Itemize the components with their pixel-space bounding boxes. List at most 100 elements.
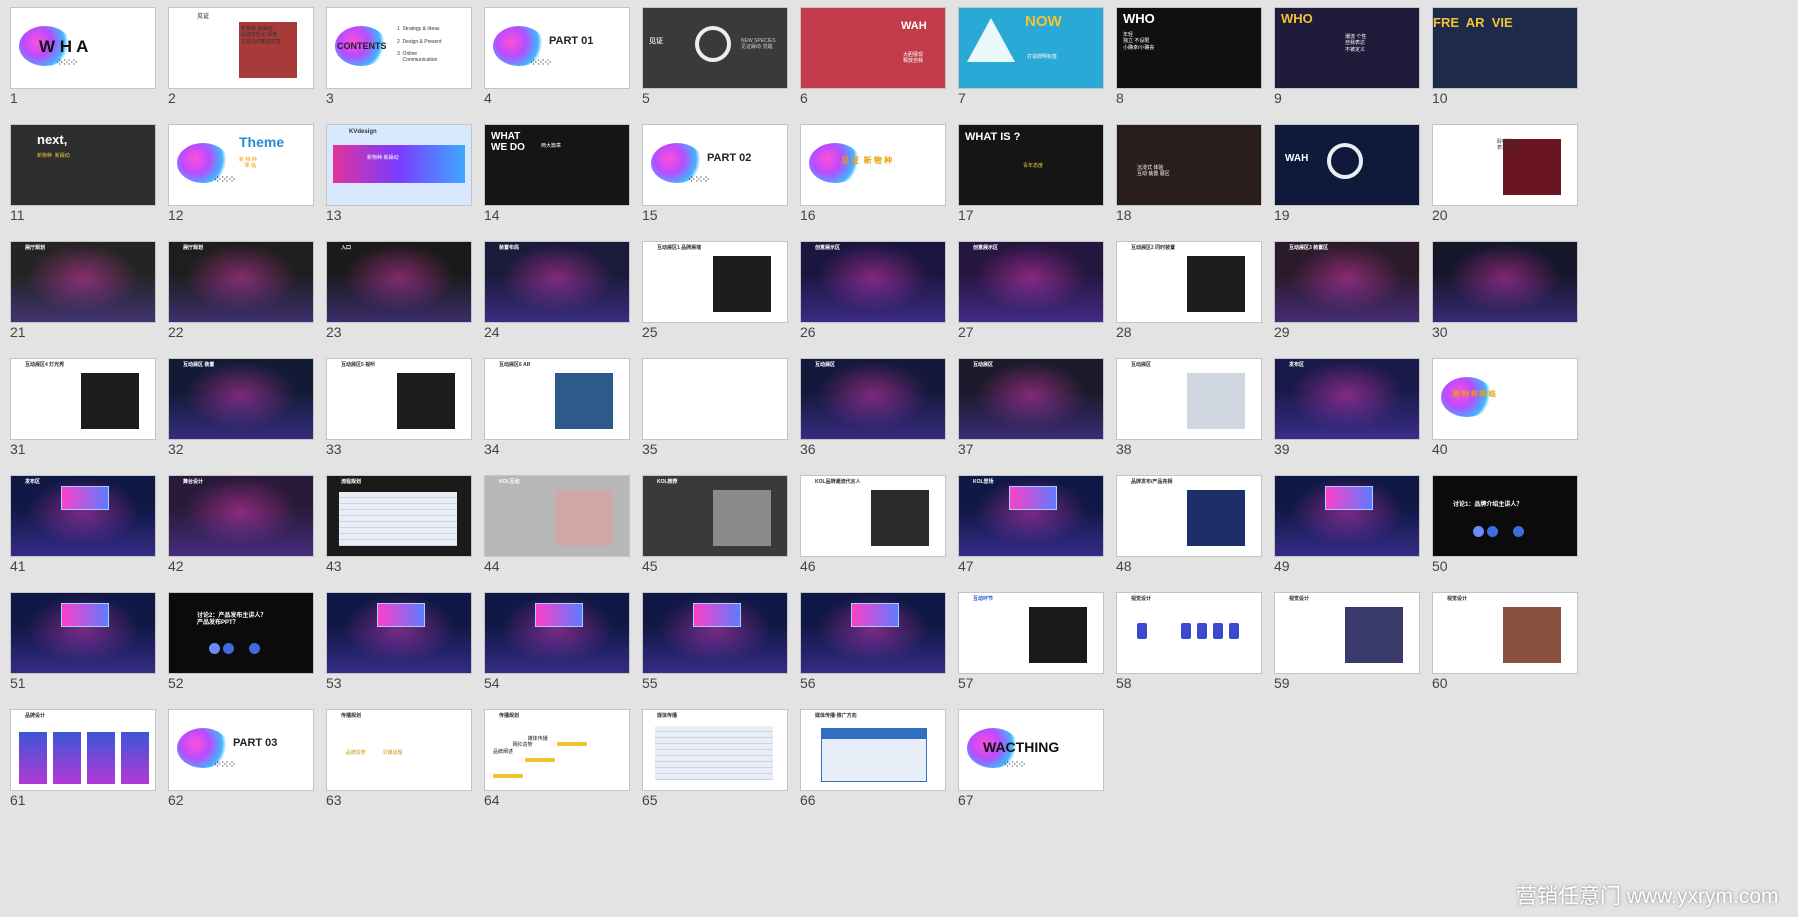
slide-thumbnail[interactable]: 互动展区6 AR [484,358,630,440]
slide-thumbnail[interactable]: ⁘⁙⁘ Theme 新 物 种 降 临 [168,124,314,206]
slide-thumbnail[interactable] [326,592,472,674]
slide-thumbnail-item[interactable]: 讨论1：品牌介绍主讲人？ 50 [1432,475,1578,574]
slide-thumbnail[interactable]: WAH [1274,124,1420,206]
slide-thumbnail[interactable]: 互动展区 装置 [168,358,314,440]
slide-thumbnail-item[interactable]: next, 新物种 新躁动 11 [10,124,156,223]
slide-thumbnail-item[interactable]: 54 [484,592,630,691]
slide-thumbnail[interactable]: 传播规划 品牌造势 引爆话题 [326,709,472,791]
slide-thumbnail[interactable]: 发布区 [10,475,156,557]
slide-thumbnail[interactable] [484,592,630,674]
slide-thumbnail[interactable]: 展厅规划 [10,241,156,323]
slide-thumbnail-item[interactable]: CONTENTS 1 Strategy & Ideas 2 Design & Pr… [326,7,472,106]
slide-thumbnail-item[interactable]: 入口 23 [326,241,472,340]
slide-thumbnail[interactable]: 媒体传播·推广方向 [800,709,946,791]
slide-thumbnail[interactable]: 互动展区1 品牌展墙 [642,241,788,323]
slide-thumbnail[interactable]: 装置布局 [484,241,630,323]
slide-thumbnail[interactable] [642,358,788,440]
slide-thumbnail[interactable]: 流程规划 [326,475,472,557]
slide-thumbnail[interactable]: 互动展区4 灯光秀 [10,358,156,440]
slide-thumbnail-item[interactable]: 互动展区2 同时装置 28 [1116,241,1262,340]
slide-thumbnail-item[interactable]: 55 [642,592,788,691]
slide-thumbnail[interactable]: 传播规划 媒体传播 网红造势 品牌阐述 [484,709,630,791]
slide-thumbnail[interactable]: 互动展区3 装置区 [1274,241,1420,323]
slide-thumbnail[interactable] [800,592,946,674]
slide-thumbnail[interactable]: WHO 潮流 个性 自我表达 不被定义 [1274,7,1420,89]
slide-thumbnail-item[interactable]: WAH 19 [1274,124,1420,223]
slide-thumbnail-item[interactable]: WHO 年轻 独立 不设限 小确幸/小确丧 8 [1116,7,1262,106]
slide-thumbnail-item[interactable]: ⁘⁙⁘ Theme 新 物 种 降 临 12 [168,124,314,223]
slide-thumbnail[interactable]: 媒体传播 [642,709,788,791]
slide-thumbnail[interactable]: next, 新物种 新躁动 [10,124,156,206]
slide-thumbnail-item[interactable]: WHAT IS ? 青年态度 17 [958,124,1104,223]
slide-thumbnail[interactable] [642,592,788,674]
slide-thumbnail-item[interactable]: 互动展区1 品牌展墙 25 [642,241,788,340]
slide-thumbnail-item[interactable]: KOL互动 44 [484,475,630,574]
slide-thumbnail[interactable]: ⁘⁙⁘ PART 03 [168,709,314,791]
slide-thumbnail[interactable]: WHAT WE DO 两大篇章 [484,124,630,206]
slide-thumbnail[interactable]: 品牌设计 [10,709,156,791]
slide-thumbnail[interactable]: KOL品牌潮流代言人 [800,475,946,557]
slide-thumbnail-item[interactable]: 展厅规划 21 [10,241,156,340]
slide-thumbnail[interactable]: 视觉设计 [1116,592,1262,674]
slide-thumbnail-item[interactable]: ⁘⁙⁘ PART 02 15 [642,124,788,223]
slide-thumbnail[interactable] [10,592,156,674]
slide-thumbnail[interactable]: 互动展区 [1116,358,1262,440]
slide-thumbnail-item[interactable]: ⁘⁙⁘ W H A1 [10,7,156,106]
slide-thumbnail[interactable]: 见 证 新 物 种 [800,124,946,206]
slide-thumbnail-item[interactable]: 互动环节 57 [958,592,1104,691]
slide-thumbnail[interactable]: 舞台设计 [168,475,314,557]
slide-thumbnail-item[interactable]: 讨论2：产品发布主讲人？ 产品发布PPT？ 52 [168,592,314,691]
slide-thumbnail[interactable]: 互动展区 [958,358,1104,440]
slide-thumbnail-item[interactable]: 品牌设计 61 [10,709,156,808]
slide-thumbnail[interactable]: 新 物 种 降 临 [1432,358,1578,440]
slide-thumbnail[interactable]: FRE AR VIE [1432,7,1578,89]
slide-thumbnail[interactable]: KOL登场 [958,475,1104,557]
slide-thumbnail[interactable]: WHO 年轻 独立 不设限 小确幸/小确丧 [1116,7,1262,89]
slide-thumbnail-item[interactable]: 互动展区 36 [800,358,946,457]
slide-thumbnail-item[interactable]: FRE AR VIE 10 [1432,7,1578,106]
slide-thumbnail[interactable]: 互动环节 [958,592,1104,674]
slide-thumbnail[interactable]: KVdesign 新物种·新躁动 [326,124,472,206]
slide-thumbnail-item[interactable]: 媒体传播·推广方向 66 [800,709,946,808]
slide-thumbnail[interactable] [1432,241,1578,323]
slide-thumbnail[interactable]: ⁘⁙⁘ W H A [10,7,156,89]
slide-thumbnail[interactable]: ⁘⁙⁘ WACTHING [958,709,1104,791]
slide-thumbnail-item[interactable]: 互动展区4 灯光秀 31 [10,358,156,457]
slide-thumbnail[interactable]: 创意展示区 [800,241,946,323]
slide-thumbnail-item[interactable]: 56 [800,592,946,691]
slide-thumbnail-item[interactable]: 见证 新物种·新躁动 品牌年轻化 探索 主题活动策划方案 2 [168,7,314,106]
slide-thumbnail-item[interactable]: WAH 大胆展现 释放自我 6 [800,7,946,106]
slide-thumbnail[interactable]: 聆听新声 表达自我 [1432,124,1578,206]
slide-thumbnail-item[interactable]: 传播规划 媒体传播 网红造势 品牌阐述 64 [484,709,630,808]
slide-thumbnail-item[interactable]: 聆听新声 表达自我 20 [1432,124,1578,223]
slide-thumbnail-item[interactable]: 互动展区6 AR 34 [484,358,630,457]
slide-thumbnail[interactable]: WAH 大胆展现 释放自我 [800,7,946,89]
slide-thumbnail[interactable]: 讨论1：品牌介绍主讲人？ [1432,475,1578,557]
slide-thumbnail[interactable]: 沉浸式 体验 互动 装置 展区 [1116,124,1262,206]
slide-thumbnail[interactable]: 互动展区 [800,358,946,440]
slide-thumbnail-item[interactable]: KOL品牌潮流代言人 46 [800,475,946,574]
slide-thumbnail-item[interactable]: KOL登场 47 [958,475,1104,574]
slide-thumbnail-item[interactable]: WHAT WE DO 两大篇章 14 [484,124,630,223]
slide-thumbnail-item[interactable]: 互动展区3 装置区 29 [1274,241,1420,340]
slide-thumbnail-item[interactable]: KOL推荐 45 [642,475,788,574]
slide-thumbnail[interactable]: 品牌发布/产品亮相 [1116,475,1262,557]
slide-thumbnail[interactable]: 互动展区5 视听 [326,358,472,440]
slide-thumbnail-item[interactable]: 创意展示区 27 [958,241,1104,340]
slide-thumbnail-item[interactable]: WHO 潮流 个性 自我表达 不被定义 9 [1274,7,1420,106]
slide-thumbnail[interactable]: CONTENTS 1 Strategy & Ideas 2 Design & Pr… [326,7,472,89]
slide-thumbnail-item[interactable]: 发布区 41 [10,475,156,574]
slide-thumbnail-item[interactable]: ⁘⁙⁘ PART 01 4 [484,7,630,106]
slide-thumbnail-item[interactable]: KVdesign 新物种·新躁动 13 [326,124,472,223]
slide-thumbnail-item[interactable]: 53 [326,592,472,691]
slide-thumbnail[interactable]: 创意展示区 [958,241,1104,323]
slide-thumbnail-item[interactable]: 媒体传播 65 [642,709,788,808]
slide-thumbnail[interactable]: 讨论2：产品发布主讲人？ 产品发布PPT？ [168,592,314,674]
slide-thumbnail-item[interactable]: 视觉设计 60 [1432,592,1578,691]
slide-thumbnail-item[interactable]: 创意展示区 26 [800,241,946,340]
slide-thumbnail[interactable]: ⁘⁙⁘ PART 01 [484,7,630,89]
slide-thumbnail-item[interactable]: 视觉设计 59 [1274,592,1420,691]
slide-thumbnail-item[interactable]: NOW 打造鲜明标签 7 [958,7,1104,106]
slide-thumbnail-item[interactable]: 流程规划 43 [326,475,472,574]
slide-thumbnail[interactable]: 互动展区2 同时装置 [1116,241,1262,323]
